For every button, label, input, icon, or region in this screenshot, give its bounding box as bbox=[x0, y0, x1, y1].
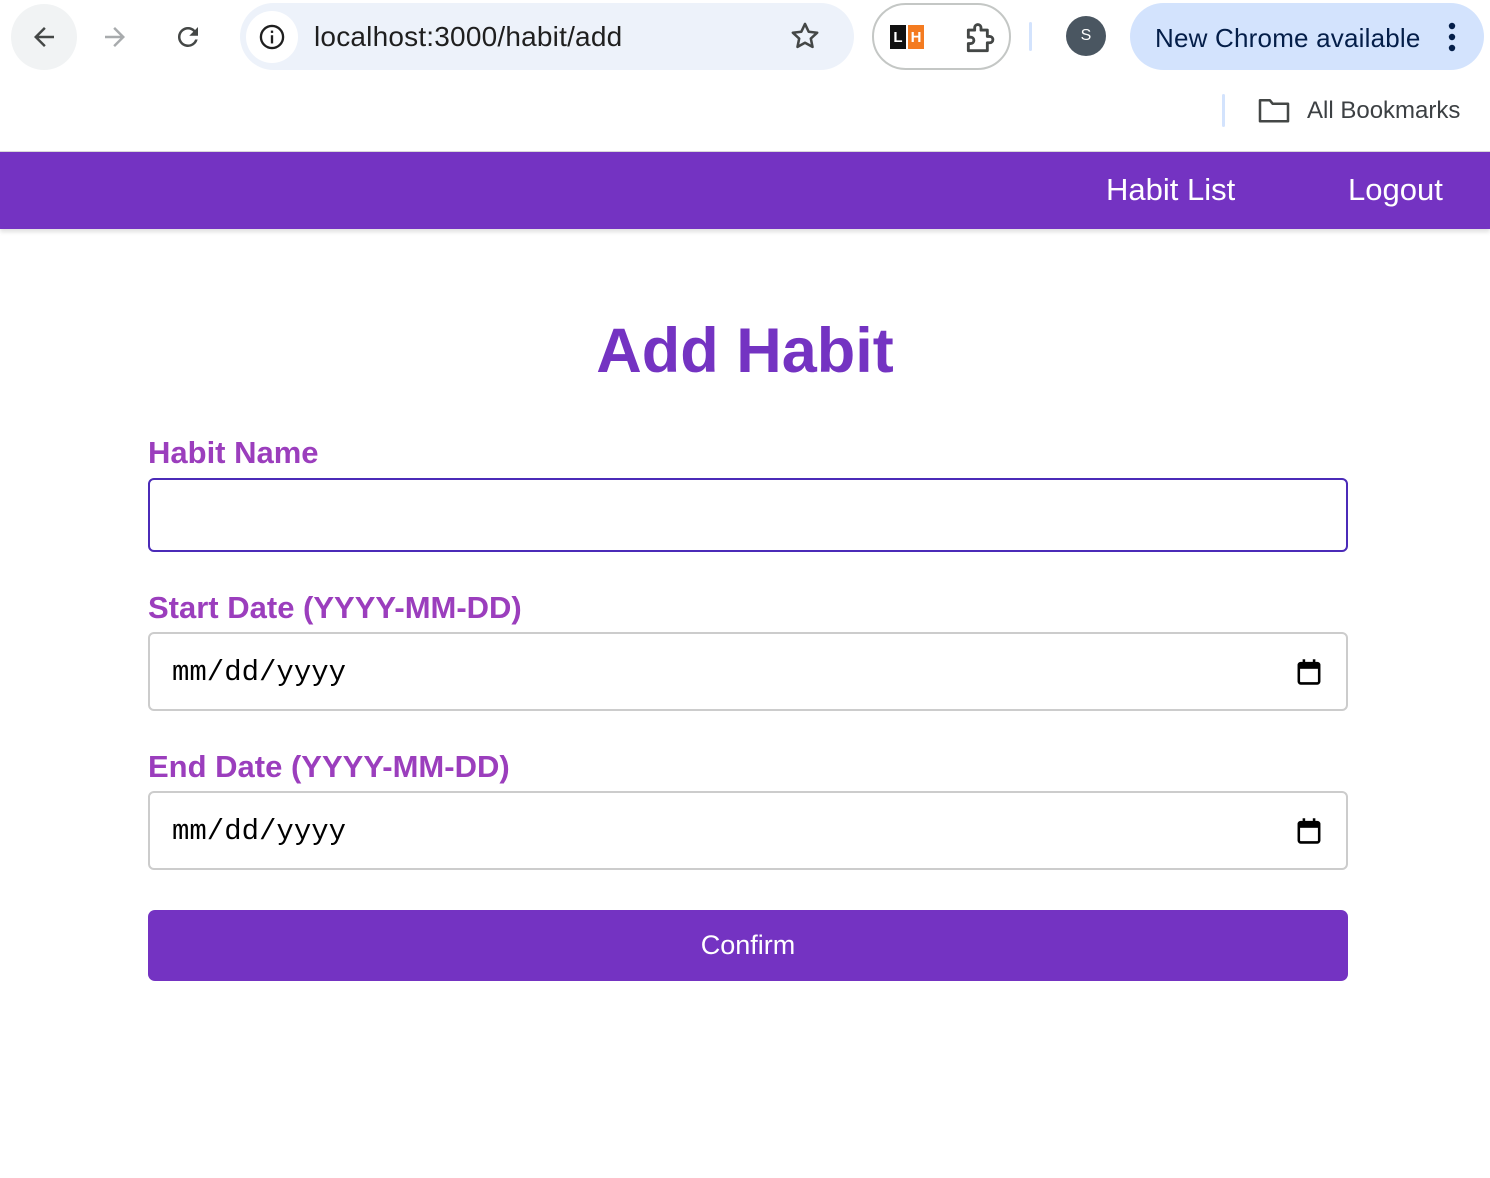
page-title: Add Habit bbox=[596, 316, 894, 386]
extension-badge-left: L bbox=[890, 25, 906, 49]
extension-icon[interactable]: L H bbox=[890, 25, 924, 49]
reload-button[interactable] bbox=[155, 4, 221, 70]
calendar-icon[interactable] bbox=[1296, 817, 1322, 845]
calendar-icon[interactable] bbox=[1296, 658, 1322, 686]
start-date-placeholder: mm/dd/yyyy bbox=[172, 656, 347, 689]
site-info-icon bbox=[259, 24, 285, 50]
address-bar[interactable]: localhost:3000/habit/add bbox=[240, 3, 854, 70]
back-arrow-icon bbox=[34, 27, 54, 47]
habit-name-input[interactable] bbox=[148, 478, 1348, 552]
extension-badge-right: H bbox=[908, 25, 924, 49]
forward-arrow-icon bbox=[105, 27, 125, 47]
end-date-input[interactable]: mm/dd/yyyy bbox=[148, 791, 1348, 870]
site-info-button[interactable] bbox=[246, 11, 298, 63]
habit-name-label: Habit Name bbox=[148, 435, 319, 470]
reload-icon bbox=[177, 26, 198, 47]
all-bookmarks-link[interactable]: All Bookmarks bbox=[1307, 97, 1460, 125]
bookmarks-bar: All Bookmarks bbox=[0, 74, 1490, 151]
puzzle-icon[interactable] bbox=[962, 19, 1000, 57]
forward-button[interactable] bbox=[82, 4, 148, 70]
back-button[interactable] bbox=[11, 4, 77, 70]
start-date-label: Start Date (YYYY-MM-DD) bbox=[148, 590, 522, 625]
confirm-button[interactable]: Confirm bbox=[148, 910, 1348, 981]
toolbar-divider bbox=[1029, 22, 1032, 51]
update-chrome-label: New Chrome available bbox=[1155, 23, 1421, 53]
url-text[interactable]: localhost:3000/habit/add bbox=[314, 21, 622, 53]
end-date-label: End Date (YYYY-MM-DD) bbox=[148, 749, 510, 784]
extensions-group: L H bbox=[872, 3, 1011, 70]
nav-logout-link[interactable]: Logout bbox=[1348, 172, 1443, 208]
start-date-input[interactable]: mm/dd/yyyy bbox=[148, 632, 1348, 711]
nav-habit-list-link[interactable]: Habit List bbox=[1106, 172, 1235, 208]
browser-toolbar: localhost:3000/habit/add L H S New Chrom… bbox=[0, 0, 1490, 74]
app-navbar: Habit List Logout bbox=[0, 152, 1490, 229]
update-chrome-button[interactable]: New Chrome available bbox=[1130, 3, 1484, 70]
star-icon[interactable] bbox=[788, 19, 822, 53]
profile-avatar[interactable]: S bbox=[1066, 16, 1106, 56]
bookmarks-divider bbox=[1222, 94, 1225, 127]
folder-icon[interactable] bbox=[1257, 96, 1291, 124]
kebab-menu-icon[interactable] bbox=[1446, 21, 1458, 53]
end-date-placeholder: mm/dd/yyyy bbox=[172, 815, 347, 848]
